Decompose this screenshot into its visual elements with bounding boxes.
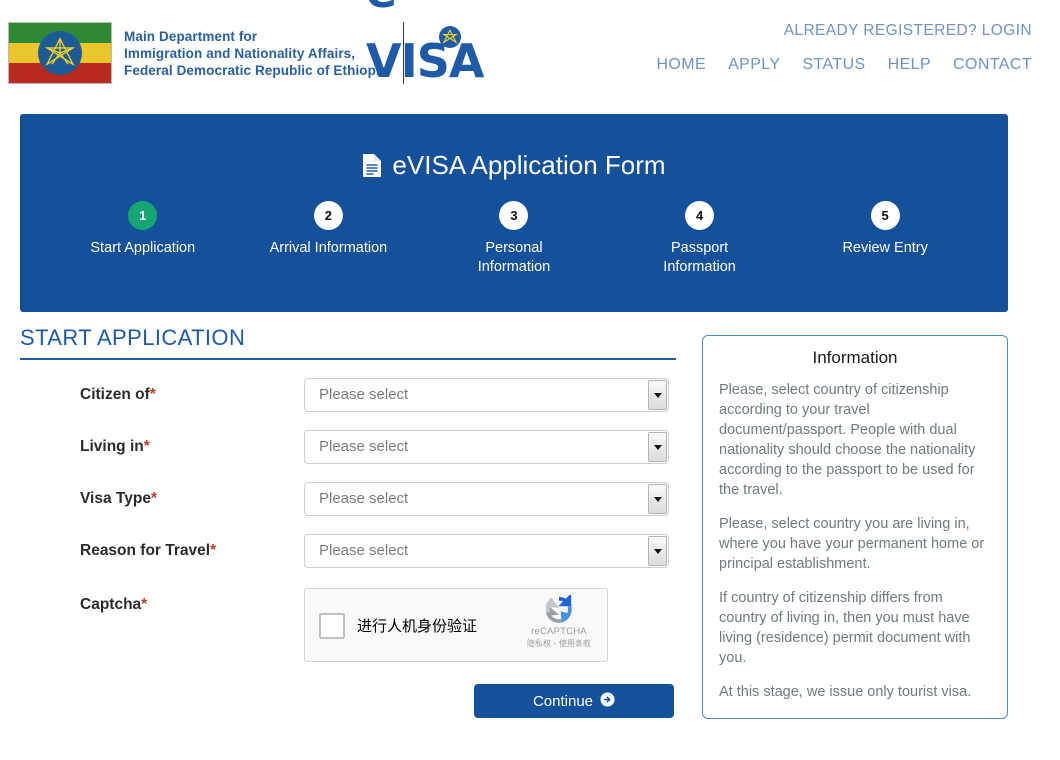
field-row-living-in: Living in* Please select	[20, 430, 676, 464]
required-asterisk: *	[210, 542, 217, 559]
information-panel: Information Please, select country of ci…	[702, 335, 1008, 719]
step-progress: 1 Start Application 2 Arrival Informatio…	[20, 201, 1008, 277]
step-number-1: 1	[128, 201, 158, 230]
brand-line-3: Federal Democratic Republic of Ethiopia	[124, 62, 388, 78]
application-form: START APPLICATION Citizen of* Please sel…	[20, 325, 676, 718]
step-label-5: Review Entry	[842, 240, 928, 256]
information-title: Information	[812, 348, 898, 367]
arrow-right-circle-icon	[600, 691, 615, 711]
banner-title-text: eVISA Application Form	[392, 150, 666, 180]
site-header: Main Department for Immigration and Nati…	[0, 0, 1060, 110]
label-citizen-of-text: Citizen of	[80, 386, 150, 403]
label-living-in: Living in*	[20, 438, 304, 456]
required-asterisk: *	[149, 386, 156, 403]
recaptcha-terms[interactable]: 隐私权 - 使用条款	[519, 638, 599, 649]
recaptcha-branding: reCAPTCHA 隐私权 - 使用条款	[519, 595, 599, 649]
document-icon	[362, 153, 382, 178]
nav-item-home[interactable]: HOME	[656, 56, 706, 74]
nav-item-contact[interactable]: CONTACT	[953, 56, 1032, 74]
brand-line-2: Immigration and Nationality Affairs,	[124, 45, 356, 61]
evisa-logo-text: e-VISA	[366, 0, 484, 88]
step-label-1: Start Application	[90, 240, 196, 256]
continue-button-label: Continue	[532, 692, 594, 710]
label-living-in-text: Living in	[80, 438, 144, 455]
label-captcha: Captcha*	[20, 588, 304, 614]
step-label-2: Arrival Information	[269, 240, 388, 256]
select-visa-type-value: Please select	[319, 490, 409, 507]
select-living-in-value: Please select	[319, 438, 409, 455]
select-reason-for-travel-value: Please select	[319, 542, 409, 559]
ethiopia-flag-icon	[8, 22, 112, 84]
information-paragraph: If country of citizenship differs from c…	[719, 590, 971, 666]
brand-line-1: Main Department for	[124, 28, 258, 44]
step-arrival-information[interactable]: 2 Arrival Information	[236, 201, 422, 277]
nav-item-help[interactable]: HELP	[888, 56, 931, 74]
information-paragraph: Please, select country you are living in…	[719, 516, 985, 572]
banner-title-row: eVISA Application Form	[20, 114, 1008, 181]
step-number-5: 5	[870, 201, 900, 230]
recaptcha-icon	[545, 595, 572, 624]
select-visa-type[interactable]: Please select	[304, 482, 669, 516]
chevron-down-icon[interactable]	[648, 432, 667, 462]
label-visa-type: Visa Type*	[20, 490, 304, 508]
field-row-citizen-of: Citizen of* Please select	[20, 378, 676, 412]
nav-item-apply[interactable]: APPLY	[728, 56, 780, 74]
step-number-4: 4	[685, 201, 715, 230]
step-label-4: Passport Information	[663, 240, 736, 275]
evisa-star-dot-icon	[439, 26, 461, 48]
required-asterisk: *	[150, 490, 157, 507]
information-paragraph: At this stage, we issue only tourist vis…	[719, 684, 972, 700]
label-visa-type-text: Visa Type	[80, 490, 151, 507]
label-reason-for-travel-text: Reason for Travel	[80, 542, 211, 559]
label-citizen-of: Citizen of*	[20, 386, 304, 404]
application-banner: eVISA Application Form 1 Start Applicati…	[20, 114, 1008, 312]
information-paragraph: Please, select country of citizenship ac…	[719, 382, 976, 498]
chevron-down-icon[interactable]	[648, 484, 667, 514]
login-link[interactable]: ALREADY REGISTERED? LOGIN	[656, 22, 1032, 40]
main-nav: HOME APPLY STATUS HELP CONTACT	[656, 56, 1032, 74]
select-living-in[interactable]: Please select	[304, 430, 669, 464]
form-actions: Continue	[20, 684, 676, 718]
step-number-3: 3	[499, 201, 529, 230]
page-title: START APPLICATION	[20, 325, 676, 360]
select-citizen-of[interactable]: Please select	[304, 378, 669, 412]
chevron-down-icon[interactable]	[648, 536, 667, 566]
page-root: Main Department for Immigration and Nati…	[0, 0, 1060, 760]
field-row-captcha: Captcha* 进行人机身份验证 reCAPTCHA 隐私权 - 使用条款	[20, 588, 676, 662]
continue-button[interactable]: Continue	[474, 684, 674, 718]
field-row-visa-type: Visa Type* Please select	[20, 482, 676, 516]
step-personal-information[interactable]: 3 Personal Information	[421, 201, 607, 277]
header-nav: ALREADY REGISTERED? LOGIN HOME APPLY STA…	[656, 22, 1032, 74]
required-asterisk: *	[141, 596, 148, 613]
nav-item-status[interactable]: STATUS	[802, 56, 865, 74]
field-row-reason-for-travel: Reason for Travel* Please select	[20, 534, 676, 568]
step-review-entry[interactable]: 5 Review Entry	[792, 201, 978, 277]
brand-block: Main Department for Immigration and Nati…	[8, 22, 405, 84]
star-icon	[44, 37, 76, 67]
step-label-3: Personal Information	[477, 240, 551, 275]
select-reason-for-travel[interactable]: Please select	[304, 534, 669, 568]
evisa-logo[interactable]: e-VISA	[366, 0, 516, 92]
brand-text: Main Department for Immigration and Nati…	[124, 28, 387, 79]
required-asterisk: *	[143, 438, 150, 455]
select-citizen-of-value: Please select	[319, 386, 409, 403]
step-number-2: 2	[313, 201, 343, 230]
step-start-application[interactable]: 1 Start Application	[50, 201, 236, 277]
recaptcha-widget[interactable]: 进行人机身份验证 reCAPTCHA 隐私权 - 使用条款	[304, 588, 608, 662]
step-passport-information[interactable]: 4 Passport Information	[607, 201, 793, 277]
recaptcha-checkbox[interactable]	[319, 613, 345, 639]
label-captcha-text: Captcha	[80, 596, 142, 613]
chevron-down-icon[interactable]	[648, 380, 667, 410]
recaptcha-brand-name: reCAPTCHA	[531, 626, 587, 637]
label-reason-for-travel: Reason for Travel*	[20, 542, 304, 560]
recaptcha-label: 进行人机身份验证	[357, 617, 478, 635]
